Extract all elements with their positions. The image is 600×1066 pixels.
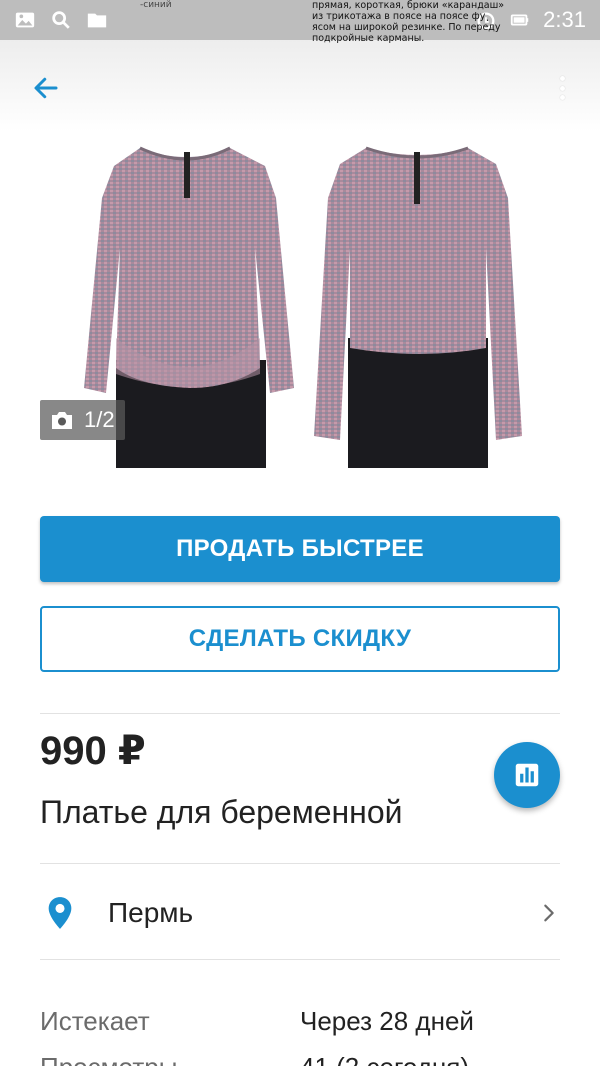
chevron-right-icon (544, 904, 554, 922)
folder-icon (86, 9, 108, 31)
location-row[interactable]: Пермь (40, 866, 560, 960)
camera-icon (52, 412, 72, 429)
photo-caption-line: прямая, короткая, брюки «карандаш» (312, 0, 505, 11)
photo-caption-line: подкройные карманы. (312, 33, 425, 44)
sell-faster-button[interactable]: ПРОДАТЬ БЫСТРЕЕ (40, 516, 560, 582)
image-icon (14, 9, 36, 31)
photo-caption-fragment: -синий (140, 0, 172, 10)
status-time: 2:31 (543, 7, 586, 32)
listing-title: Платье для беременной (40, 794, 403, 830)
app-bar (0, 40, 600, 132)
detail-key: Истекает (40, 1006, 150, 1036)
more-dot-icon (559, 76, 565, 81)
photo-gallery[interactable]: 1/2 (0, 132, 600, 472)
more-dot-icon (559, 95, 565, 100)
divider (40, 959, 560, 960)
location-label: Пермь (108, 897, 194, 928)
more-options-button[interactable] (550, 70, 574, 106)
more-dot-icon (559, 85, 565, 91)
bar-chart-icon (515, 763, 539, 787)
divider (40, 863, 560, 864)
photo-counter-label: 1/2 (84, 407, 115, 432)
search-icon (50, 9, 72, 31)
detail-value: Через 28 дней (300, 1006, 474, 1036)
statistics-button[interactable] (494, 742, 560, 808)
location-pin-icon (48, 897, 72, 929)
divider (40, 713, 560, 714)
photo-counter: 1/2 (40, 400, 125, 440)
product-photo-back[interactable] (310, 138, 524, 468)
status-bar-left (14, 9, 108, 31)
sweater-back-image (314, 146, 522, 468)
photo-caption-text: прямая, короткая, брюки «карандаш» из тр… (312, 0, 542, 44)
detail-key: Просмотры (40, 1052, 177, 1066)
detail-value: 41 (2 сегодня) (300, 1052, 469, 1066)
back-button[interactable] (26, 68, 66, 108)
listing-price: 990 ₽ (40, 729, 146, 773)
arrow-left-icon (34, 77, 58, 99)
photo-caption-line: ясом на широкой резинке. По переду (312, 22, 501, 33)
make-discount-button[interactable]: СДЕЛАТЬ СКИДКУ (40, 606, 560, 672)
photo-caption-line: из трикотажа в поясе на поясе фу (312, 11, 486, 22)
